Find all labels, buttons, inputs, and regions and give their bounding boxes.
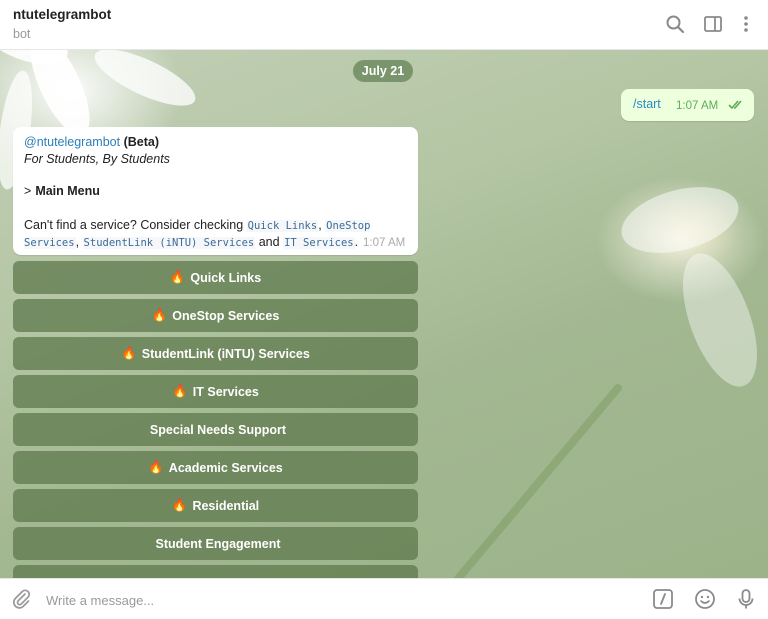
keyboard-button-residential[interactable]: 🔥 Residential bbox=[13, 489, 418, 522]
code-quick-links[interactable]: Quick Links bbox=[246, 220, 319, 232]
incoming-message-time: 1:07 AM bbox=[363, 237, 406, 249]
keyboard-button-studentlink-services[interactable]: 🔥 StudentLink (iNTU) Services bbox=[13, 337, 418, 370]
message-header-line: @ntutelegrambot (Beta) bbox=[24, 135, 159, 149]
message-composer bbox=[0, 578, 768, 619]
chat-header: ntutelegrambot bot bbox=[0, 0, 768, 50]
keyboard-button-label: Residential bbox=[192, 498, 260, 513]
microphone-icon[interactable] bbox=[735, 588, 757, 610]
fire-icon: 🔥 bbox=[171, 498, 188, 512]
more-vertical-icon[interactable] bbox=[735, 13, 757, 35]
keyboard-button-academic-services[interactable]: 🔥 Academic Services bbox=[13, 451, 418, 484]
code-studentlink-services[interactable]: StudentLink (iNTU) Services bbox=[82, 237, 256, 249]
keyboard-button-label: IT Services bbox=[192, 384, 259, 399]
help-prefix: Can't find a service? Consider checking bbox=[24, 218, 244, 232]
keyboard-button-it-services[interactable]: 🔥 IT Services bbox=[13, 375, 418, 408]
fire-icon: 🔥 bbox=[148, 460, 164, 474]
menu-heading: > Main Menu bbox=[24, 184, 100, 198]
separator: , bbox=[318, 218, 322, 232]
outgoing-message-text[interactable]: /start bbox=[633, 97, 661, 111]
keyboard-button-label: Quick Links bbox=[190, 270, 262, 285]
search-icon[interactable] bbox=[664, 13, 686, 35]
wallpaper-stem bbox=[424, 382, 624, 578]
fire-icon: 🔥 bbox=[169, 270, 186, 284]
keyboard-button-label: Academic Services bbox=[168, 460, 283, 475]
incoming-message[interactable]: @ntutelegrambot (Beta) For Students, By … bbox=[13, 127, 418, 255]
message-input[interactable] bbox=[46, 589, 606, 611]
keyboard-button-label: Student Engagement bbox=[155, 536, 281, 551]
keyboard-button-quick-links[interactable]: 🔥 Quick Links bbox=[13, 261, 418, 294]
menu-label: Main Menu bbox=[35, 184, 100, 198]
attach-icon[interactable] bbox=[10, 588, 32, 610]
wallpaper-petal bbox=[614, 175, 746, 265]
keyboard-button-special-needs-support[interactable]: Special Needs Support bbox=[13, 413, 418, 446]
tagline: For Students, By Students bbox=[24, 152, 170, 166]
help-text: Can't find a service? Consider checking … bbox=[24, 217, 384, 251]
breadcrumb-arrow: > bbox=[24, 184, 32, 198]
outgoing-message[interactable]: /start 1:07 AM bbox=[621, 89, 754, 121]
chat-subtitle: bot bbox=[13, 27, 31, 41]
separator: , bbox=[75, 235, 80, 249]
keyboard-button-onestop-services[interactable]: 🔥 OneStop Services bbox=[13, 299, 418, 332]
date-separator: July 21 bbox=[353, 60, 413, 82]
bot-command-icon[interactable] bbox=[652, 588, 674, 610]
period: . bbox=[354, 235, 359, 249]
chat-title[interactable]: ntutelegrambot bbox=[13, 7, 111, 22]
and-word: and bbox=[258, 235, 280, 249]
chat-area[interactable]: July 21 /start 1:07 AM @ntutelegrambot (… bbox=[0, 50, 768, 578]
wallpaper-petal bbox=[667, 243, 768, 397]
keyboard-button-partial[interactable] bbox=[13, 565, 418, 578]
outgoing-message-time: 1:07 AM bbox=[676, 100, 719, 112]
fire-icon: 🔥 bbox=[172, 384, 188, 398]
keyboard-button-label: Special Needs Support bbox=[149, 422, 287, 437]
read-checkmarks-icon bbox=[728, 100, 742, 110]
beta-label: (Beta) bbox=[123, 135, 159, 149]
sidebar-toggle-icon[interactable] bbox=[702, 13, 724, 35]
fire-icon: 🔥 bbox=[121, 346, 137, 360]
code-it-services[interactable]: IT Services bbox=[283, 237, 355, 249]
keyboard-button-label: OneStop Services bbox=[172, 308, 280, 323]
keyboard-button-label: StudentLink (iNTU) Services bbox=[141, 346, 310, 361]
bot-mention-link[interactable]: @ntutelegrambot bbox=[24, 135, 120, 149]
keyboard-button-student-engagement[interactable]: Student Engagement bbox=[13, 527, 418, 560]
wallpaper-petal bbox=[87, 50, 203, 117]
fire-icon: 🔥 bbox=[151, 308, 168, 322]
emoji-icon[interactable] bbox=[694, 588, 716, 610]
